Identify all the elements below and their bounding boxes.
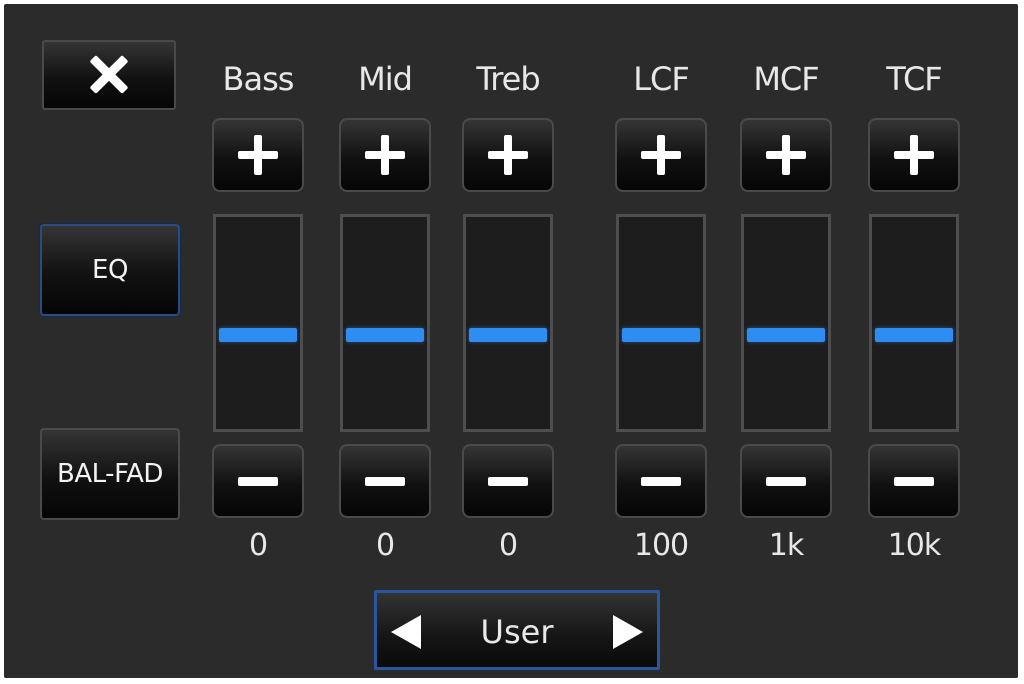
level-indicator: [622, 328, 700, 342]
band-label: Bass: [222, 60, 295, 98]
decrease-button[interactable]: [462, 444, 554, 518]
minus-icon: [488, 476, 528, 486]
plus-icon: [894, 135, 934, 175]
band-label: Mid: [358, 60, 413, 98]
increase-button[interactable]: [212, 118, 304, 192]
level-indicator: [875, 328, 953, 342]
plus-icon: [766, 135, 806, 175]
plus-icon: [238, 135, 278, 175]
band-value: 100: [633, 528, 689, 563]
close-icon: [90, 56, 128, 94]
close-button[interactable]: [42, 40, 176, 110]
increase-button[interactable]: [462, 118, 554, 192]
level-slider[interactable]: [616, 214, 706, 432]
decrease-button[interactable]: [339, 444, 431, 518]
decrease-button[interactable]: [740, 444, 832, 518]
eq-button-label: EQ: [92, 255, 128, 285]
minus-icon: [365, 476, 405, 486]
level-slider[interactable]: [741, 214, 831, 432]
band-value: 1k: [768, 528, 804, 563]
band-label: Treb: [476, 60, 540, 98]
level-indicator: [346, 328, 424, 342]
level-indicator: [219, 328, 297, 342]
plus-icon: [641, 135, 681, 175]
preset-selector: User: [374, 590, 660, 670]
bal-fad-button[interactable]: BAL-FAD: [40, 428, 180, 520]
minus-icon: [238, 476, 278, 486]
band-label: LCF: [633, 60, 690, 98]
eq-button[interactable]: EQ: [40, 224, 180, 316]
eq-settings-screen: EQ BAL-FAD Bass 0 Mid 0 Treb 0 LCF 100 MCF 1k TCF 1…: [4, 4, 1018, 678]
minus-icon: [894, 476, 934, 486]
decrease-button[interactable]: [212, 444, 304, 518]
band-value: 0: [498, 528, 518, 563]
plus-icon: [488, 135, 528, 175]
level-indicator: [747, 328, 825, 342]
band-value: 0: [248, 528, 268, 563]
band-label: MCF: [753, 60, 819, 98]
bal-fad-button-label: BAL-FAD: [57, 459, 163, 489]
minus-icon: [766, 476, 806, 486]
level-slider[interactable]: [869, 214, 959, 432]
increase-button[interactable]: [868, 118, 960, 192]
band-value: 10k: [887, 528, 942, 563]
minus-icon: [641, 476, 681, 486]
decrease-button[interactable]: [615, 444, 707, 518]
band-value: 0: [375, 528, 395, 563]
increase-button[interactable]: [740, 118, 832, 192]
level-slider[interactable]: [340, 214, 430, 432]
band-label: TCF: [886, 60, 942, 98]
level-slider[interactable]: [213, 214, 303, 432]
increase-button[interactable]: [339, 118, 431, 192]
decrease-button[interactable]: [868, 444, 960, 518]
level-indicator: [469, 328, 547, 342]
arrow-right-icon[interactable]: [613, 615, 643, 649]
level-slider[interactable]: [463, 214, 553, 432]
increase-button[interactable]: [615, 118, 707, 192]
plus-icon: [365, 135, 405, 175]
